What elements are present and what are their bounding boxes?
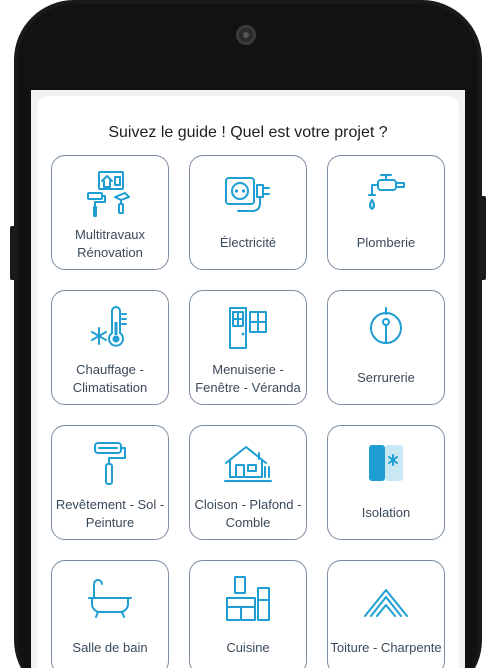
category-toiture[interactable]: Toiture - Charpente [327,560,445,668]
category-cuisine[interactable]: Cuisine [189,560,307,668]
category-label: Climatisation [72,380,148,395]
faucet-icon [358,168,414,220]
category-serrurerie[interactable]: Serrurerie [327,290,445,405]
category-label: Menuiserie - [212,362,284,377]
camera-icon [236,25,256,45]
category-multitravaux[interactable]: Multitravaux Rénovation [51,155,169,270]
category-label: Revêtement - Sol - [55,497,165,512]
category-label: Plomberie [356,235,416,250]
category-label: Multitravaux [74,227,146,242]
category-cloison[interactable]: Cloison - Plafond - Comble [189,425,307,540]
category-label: Serrurerie [357,370,415,385]
category-plomberie[interactable]: Plomberie [327,155,445,270]
category-label: Cloison - Plafond - [194,497,302,512]
volume-button [10,226,16,280]
kitchen-icon [220,573,276,625]
bathtub-icon [82,573,138,625]
category-label: Fenêtre - Véranda [195,380,301,395]
category-label: Rénovation [77,245,143,260]
category-label: Peinture [85,515,135,530]
category-label: Comble [225,515,271,530]
category-label: Salle de bain [72,640,148,655]
paint-roller-icon [82,438,138,490]
category-electricite[interactable]: Électricité [189,155,307,270]
category-salle-de-bain[interactable]: Salle de bain [51,560,169,668]
category-menuiserie[interactable]: Menuiserie - Fenêtre - Véranda [189,290,307,405]
category-label: Isolation [361,505,411,520]
insulation-panel-icon [358,438,414,490]
guide-panel: Suivez le guide ! Quel est votre projet … [37,96,459,668]
category-label: Toiture - Charpente [330,640,442,655]
house-interior-icon [220,438,276,490]
power-button [480,196,486,280]
electric-outlet-icon [220,168,276,220]
thermometer-snowflake-icon [82,303,138,355]
page-title: Suivez le guide ! Quel est votre projet … [108,124,388,141]
roof-icon [358,573,414,625]
phone-screen: Suivez le guide ! Quel est votre projet … [31,90,465,668]
category-label: Chauffage - [76,362,144,377]
category-label: Cuisine [226,640,270,655]
category-revetement[interactable]: Revêtement - Sol - Peinture [51,425,169,540]
category-label: Électricité [219,235,277,250]
renovation-tools-icon [82,168,138,220]
category-chauffage[interactable]: Chauffage - Climatisation [51,290,169,405]
category-isolation[interactable]: Isolation [327,425,445,540]
keyhole-icon [358,303,414,355]
window-door-icon [220,303,276,355]
